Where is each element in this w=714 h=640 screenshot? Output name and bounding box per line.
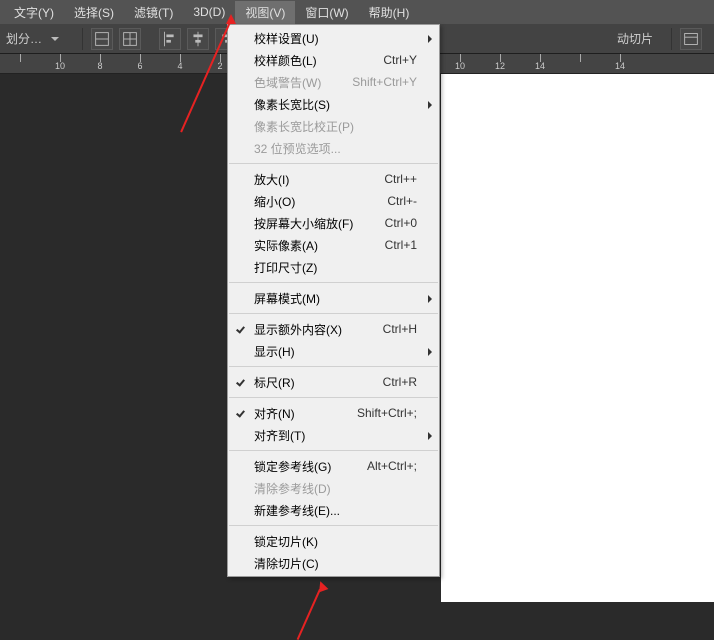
- menu-separator: [229, 282, 438, 283]
- ruler-tick: 14: [520, 54, 560, 73]
- menubar: 文字(Y) 选择(S) 滤镜(T) 3D(D) 视图(V) 窗口(W) 帮助(H…: [0, 0, 714, 24]
- menu-item[interactable]: 锁定参考线(G)Alt+Ctrl+;: [228, 455, 439, 477]
- menu-item: 清除参考线(D): [228, 477, 439, 499]
- menu-item-label: 显示(H): [254, 343, 417, 360]
- ruler-tick: [560, 54, 600, 73]
- slice-show-icon[interactable]: [119, 28, 141, 50]
- menu-item-label: 校样颜色(L): [254, 52, 383, 69]
- panel-icon[interactable]: [680, 28, 702, 50]
- menu-item-label: 锁定切片(K): [254, 533, 417, 550]
- menu-item[interactable]: 打印尺寸(Z): [228, 256, 439, 278]
- menu-item-label: 屏幕模式(M): [254, 290, 417, 307]
- menu-item[interactable]: 新建参考线(E)...: [228, 499, 439, 521]
- menu-item[interactable]: 显示额外内容(X)Ctrl+H: [228, 318, 439, 340]
- menu-item-label: 按屏幕大小缩放(F): [254, 215, 385, 232]
- ruler-tick: 12: [480, 54, 520, 73]
- menu-item-label: 新建参考线(E)...: [254, 502, 417, 519]
- auto-slice-button[interactable]: 动切片: [607, 28, 663, 49]
- view-menu-popup: 校样设置(U)校样颜色(L)Ctrl+Y色域警告(W)Shift+Ctrl+Y像…: [227, 24, 440, 577]
- menu-item-label: 色域警告(W): [254, 74, 352, 91]
- menu-item-label: 校样设置(U): [254, 30, 417, 47]
- ruler-tick: [0, 54, 40, 73]
- menu-separator: [229, 313, 438, 314]
- menu-item[interactable]: 按屏幕大小缩放(F)Ctrl+0: [228, 212, 439, 234]
- menu-item-label: 清除切片(C): [254, 555, 417, 572]
- ruler-tick: 8: [80, 54, 120, 73]
- ruler-tick: 4: [160, 54, 200, 73]
- menu-filter[interactable]: 滤镜(T): [124, 1, 183, 24]
- check-icon: [236, 376, 246, 386]
- menu-item[interactable]: 显示(H): [228, 340, 439, 362]
- menu-item-label: 标尺(R): [254, 374, 383, 391]
- menu-shortcut: Shift+Ctrl+;: [357, 406, 417, 420]
- menu-item-label: 打印尺寸(Z): [254, 259, 417, 276]
- menu-item: 像素长宽比校正(P): [228, 115, 439, 137]
- submenu-arrow-icon: [428, 295, 432, 303]
- align-hcenter-icon[interactable]: [187, 28, 209, 50]
- menu-window[interactable]: 窗口(W): [295, 1, 358, 24]
- menu-separator: [229, 163, 438, 164]
- menu-item[interactable]: 屏幕模式(M): [228, 287, 439, 309]
- align-left-icon[interactable]: [159, 28, 181, 50]
- menu-item-label: 像素长宽比校正(P): [254, 118, 417, 135]
- ruler-tick: 14: [600, 54, 640, 73]
- menu-separator: [229, 525, 438, 526]
- submenu-arrow-icon: [428, 348, 432, 356]
- menu-shortcut: Ctrl+R: [383, 375, 417, 389]
- tool-label-divide[interactable]: 划分…: [6, 30, 42, 47]
- menu-help[interactable]: 帮助(H): [359, 1, 420, 24]
- divider: [671, 28, 672, 50]
- submenu-arrow-icon: [428, 101, 432, 109]
- menu-shortcut: Ctrl+-: [387, 194, 417, 208]
- menu-item-label: 对齐到(T): [254, 427, 417, 444]
- menu-separator: [229, 450, 438, 451]
- menu-item[interactable]: 校样设置(U): [228, 27, 439, 49]
- ruler-tick: 10: [40, 54, 80, 73]
- menu-shortcut: Ctrl+0: [385, 216, 417, 230]
- menu-item-label: 锁定参考线(G): [254, 458, 367, 475]
- menu-shortcut: Ctrl+H: [383, 322, 417, 336]
- menu-separator: [229, 366, 438, 367]
- menu-item[interactable]: 对齐到(T): [228, 424, 439, 446]
- menu-item[interactable]: 实际像素(A)Ctrl+1: [228, 234, 439, 256]
- menu-text[interactable]: 文字(Y): [4, 1, 64, 24]
- slice-hide-icon[interactable]: [91, 28, 113, 50]
- menu-item-label: 缩小(O): [254, 193, 387, 210]
- menu-shortcut: Ctrl+1: [385, 238, 417, 252]
- menu-item[interactable]: 校样颜色(L)Ctrl+Y: [228, 49, 439, 71]
- menu-item[interactable]: 对齐(N)Shift+Ctrl+;: [228, 402, 439, 424]
- menu-item[interactable]: 锁定切片(K): [228, 530, 439, 552]
- menu-shortcut: Shift+Ctrl+Y: [352, 75, 417, 89]
- menu-item[interactable]: 像素长宽比(S): [228, 93, 439, 115]
- menu-item[interactable]: 放大(I)Ctrl++: [228, 168, 439, 190]
- menu-shortcut: Ctrl+Y: [383, 53, 417, 67]
- menu-view[interactable]: 视图(V): [235, 1, 295, 24]
- menu-item[interactable]: 缩小(O)Ctrl+-: [228, 190, 439, 212]
- menu-shortcut: Ctrl++: [384, 172, 417, 186]
- menu-separator: [229, 397, 438, 398]
- menu-select[interactable]: 选择(S): [64, 1, 124, 24]
- menu-item-label: 实际像素(A): [254, 237, 385, 254]
- submenu-arrow-icon: [428, 432, 432, 440]
- menu-item: 色域警告(W)Shift+Ctrl+Y: [228, 71, 439, 93]
- menu-item-label: 对齐(N): [254, 405, 357, 422]
- menu-item-label: 像素长宽比(S): [254, 96, 417, 113]
- menu-item[interactable]: 标尺(R)Ctrl+R: [228, 371, 439, 393]
- ruler-tick: 6: [120, 54, 160, 73]
- menu-item-label: 放大(I): [254, 171, 384, 188]
- menu-item-label: 显示额外内容(X): [254, 321, 383, 338]
- canvas-document[interactable]: [441, 74, 714, 602]
- menu-item-label: 清除参考线(D): [254, 480, 417, 497]
- check-icon: [236, 323, 246, 333]
- divider: [82, 28, 83, 50]
- ruler-tick: 10: [440, 54, 480, 73]
- check-icon: [236, 407, 246, 417]
- menu-shortcut: Alt+Ctrl+;: [367, 459, 417, 473]
- menu-item: 32 位预览选项...: [228, 137, 439, 159]
- menu-item-label: 32 位预览选项...: [254, 140, 417, 157]
- menu-3d[interactable]: 3D(D): [183, 2, 235, 22]
- menu-item[interactable]: 清除切片(C): [228, 552, 439, 574]
- submenu-arrow-icon: [428, 35, 432, 43]
- dropdown-icon[interactable]: [48, 32, 62, 46]
